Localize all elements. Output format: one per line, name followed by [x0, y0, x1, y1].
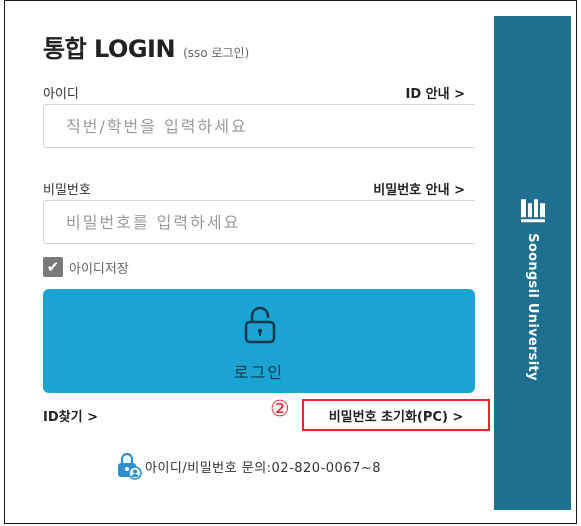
- annotation-number: ②: [270, 397, 290, 422]
- find-id-link[interactable]: ID찾기 >: [43, 406, 98, 425]
- soongsil-logo-icon: [520, 198, 545, 222]
- contact-text: 아이디/비밀번호 문의:02-820-0067~8: [145, 460, 382, 476]
- remember-id-label: 아이디저장: [69, 261, 129, 277]
- page-title: 통합 LOGIN (sso 로그인): [43, 29, 249, 64]
- password-input[interactable]: [43, 200, 475, 244]
- lock-person-icon: [118, 452, 142, 480]
- checkbox-checked-icon[interactable]: ✔: [43, 257, 63, 277]
- lock-icon: [244, 306, 276, 344]
- title-subtitle: (sso 로그인): [183, 46, 250, 60]
- password-label: 비밀번호: [43, 183, 91, 198]
- password-guide-link[interactable]: 비밀번호 안내 >: [373, 179, 465, 198]
- reset-password-link[interactable]: 비밀번호 초기화(PC) >: [302, 399, 490, 431]
- reset-password-label: 비밀번호 초기화(PC) >: [328, 409, 464, 425]
- id-label: 아이디: [43, 87, 79, 102]
- contact-info: 아이디/비밀번호 문의:02-820-0067~8: [113, 451, 381, 481]
- brand-content: Soongsil University: [518, 195, 548, 381]
- login-panel: 통합 LOGIN (sso 로그인) 아이디 ID 안내 > 비밀번호 비밀번호…: [4, 0, 577, 524]
- remember-id-checkbox[interactable]: ✔ 아이디저장: [43, 257, 129, 277]
- brand-sidebar: Soongsil University: [494, 16, 571, 510]
- brand-name: Soongsil University: [525, 232, 540, 381]
- login-button-label: 로그인: [233, 363, 285, 382]
- id-input[interactable]: [43, 104, 475, 148]
- id-guide-link[interactable]: ID 안내 >: [406, 83, 466, 102]
- title-main: 통합 LOGIN: [43, 35, 176, 63]
- login-button[interactable]: 로그인: [43, 289, 475, 393]
